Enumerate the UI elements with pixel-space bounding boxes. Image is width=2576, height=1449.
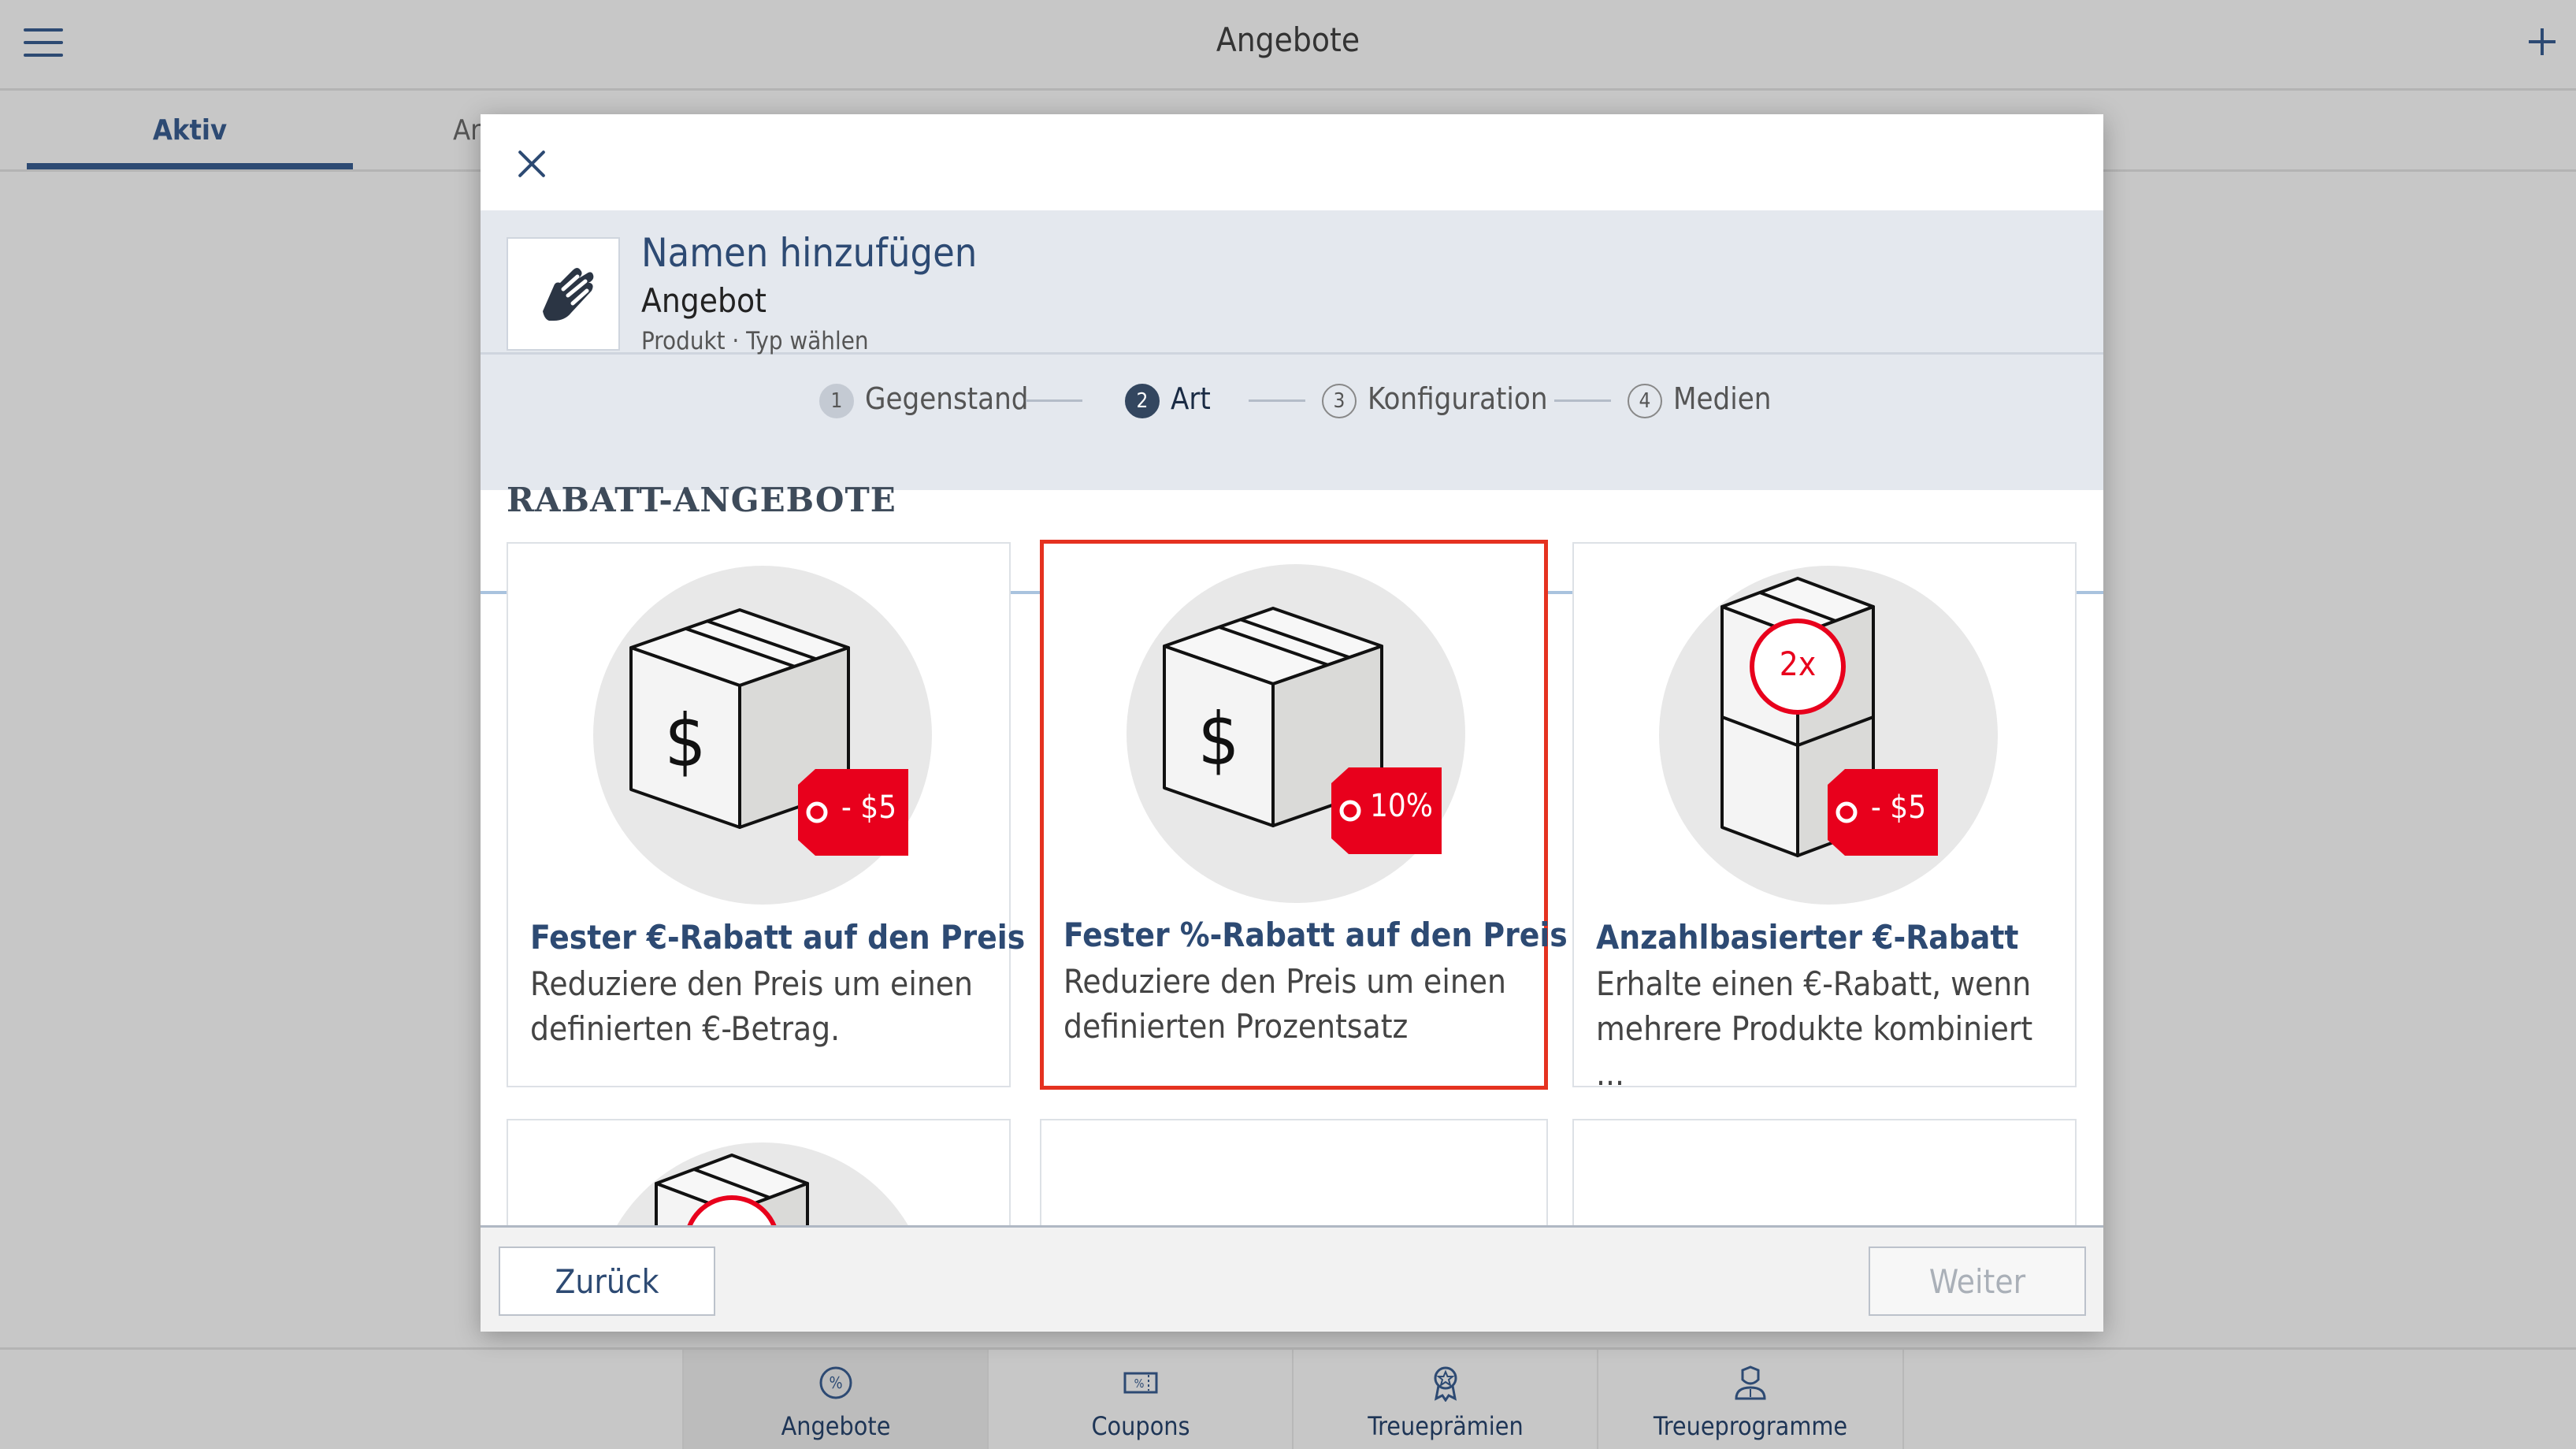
offer-summary: Namen hinzufügen Angebot Produkt · Typ w… xyxy=(481,210,2103,355)
page-title: Angebote xyxy=(1216,20,1360,59)
step-number: 3 xyxy=(1322,383,1357,418)
svg-text:$: $ xyxy=(1198,697,1240,782)
add-icon[interactable] xyxy=(2522,22,2562,61)
dialog-header: Namen hinzufügen Angebot Produkt · Typ w… xyxy=(481,210,2103,594)
step-label: Konfiguration xyxy=(1368,381,1548,416)
box-dollar-icon: $ xyxy=(629,608,908,856)
percent-badge-icon: % xyxy=(817,1364,855,1402)
active-tab-indicator xyxy=(27,163,353,169)
stacked-boxes-icon xyxy=(1720,577,1938,857)
price-tag-label: 10% xyxy=(1370,788,1433,824)
back-button[interactable]: Zurück xyxy=(499,1247,715,1316)
offer-type-icon xyxy=(507,237,620,351)
member-icon xyxy=(1732,1364,1769,1402)
nav-label: Angebote xyxy=(781,1411,891,1441)
offer-type-card-quantity-based[interactable]: 2x - $5 Anzahlbasierter €-Rabatt Erhalte… xyxy=(1572,542,2077,1093)
step-connector xyxy=(1026,399,1082,402)
coupon-icon: % xyxy=(1122,1364,1160,1402)
nav-label: Treueprogramme xyxy=(1653,1411,1848,1441)
nav-angebote[interactable]: % Angebote xyxy=(682,1350,988,1449)
card-title: Anzahlbasierter €-Rabatt xyxy=(1596,918,2019,957)
step-connector xyxy=(1554,399,1611,402)
create-offer-dialog: Namen hinzufügen Angebot Produkt · Typ w… xyxy=(481,114,2103,1332)
step-label: Gegenstand xyxy=(865,381,1029,416)
award-ribbon-icon xyxy=(1427,1364,1464,1403)
step-number: 4 xyxy=(1628,383,1662,418)
dialog-toolbar xyxy=(481,114,2103,210)
wizard-steps: 1 Gegenstand 2 Art 3 Konfiguration 4 Medien xyxy=(481,355,2103,594)
box-dollar-icon: $ xyxy=(1163,607,1442,854)
bottom-navigation: % Angebote % Coupons Treueprämien Treuep… xyxy=(0,1347,2576,1449)
nav-label: Treueprämien xyxy=(1368,1411,1524,1441)
next-button[interactable]: Weiter xyxy=(1869,1247,2086,1316)
card-title: Fester €-Rabatt auf den Preis xyxy=(530,918,1026,957)
breadcrumb: Produkt · Typ wählen xyxy=(641,327,869,355)
tab-aktiv[interactable]: Aktiv xyxy=(27,114,353,147)
card-description: Reduziere den Preis um einen definierten… xyxy=(1063,962,1506,1046)
offer-type-card-fixed-amount[interactable]: $ - $5 Fester €-Rabatt auf den Preis Red… xyxy=(507,542,1025,1087)
step-number: 1 xyxy=(819,383,854,418)
offer-name-title[interactable]: Namen hinzufügen xyxy=(641,230,977,276)
price-tag-label: - $5 xyxy=(1870,790,1927,826)
svg-text:%: % xyxy=(829,1373,842,1392)
price-tag-label: - $5 xyxy=(841,790,897,826)
nav-coupons[interactable]: % Coupons xyxy=(987,1350,1293,1449)
nav-treuepraemien[interactable]: Treueprämien xyxy=(1292,1350,1598,1449)
step-gegenstand[interactable]: 1 Gegenstand xyxy=(819,381,1029,418)
step-medien[interactable]: 4 Medien xyxy=(1628,381,1771,418)
nav-treueprogramme[interactable]: Treueprogramme xyxy=(1597,1350,1904,1449)
svg-text:%: % xyxy=(1134,1377,1145,1391)
step-label: Art xyxy=(1171,381,1211,416)
step-connector xyxy=(1249,399,1305,402)
tab-second[interactable]: Ar xyxy=(453,114,481,147)
card-description: Reduziere den Preis um einen definierten… xyxy=(530,964,973,1048)
card-description: Erhalte einen €-Rabatt, wenn mehrere Pro… xyxy=(1596,964,2033,1093)
offer-kind: Angebot xyxy=(641,281,766,320)
step-number: 2 xyxy=(1125,383,1160,418)
nav-label: Coupons xyxy=(1091,1411,1190,1441)
offer-type-card-percentage[interactable]: $ 10% Fester %-Rabatt auf den Preis Redu… xyxy=(1040,540,1568,1090)
step-label: Medien xyxy=(1673,381,1772,416)
quantity-badge: 2x xyxy=(1779,645,1817,683)
dialog-footer: Zurück Weiter xyxy=(481,1225,2103,1332)
card-title: Fester %-Rabatt auf den Preis xyxy=(1063,916,1568,954)
step-konfiguration[interactable]: 3 Konfiguration xyxy=(1322,381,1548,418)
svg-text:$: $ xyxy=(665,699,707,783)
step-art[interactable]: 2 Art xyxy=(1125,381,1211,418)
section-title: RABATT-ANGEBOTE xyxy=(507,481,896,519)
top-app-bar: Angebote xyxy=(0,0,2576,91)
close-icon[interactable] xyxy=(512,146,551,185)
